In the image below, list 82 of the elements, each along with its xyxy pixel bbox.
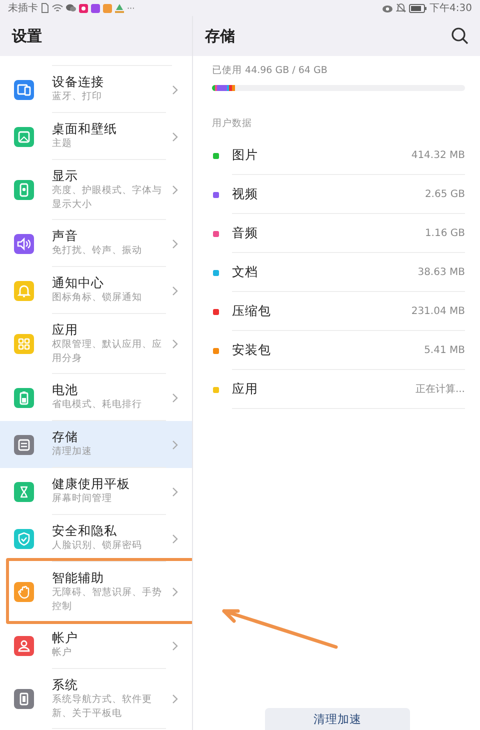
settings-item[interactable]: 帐户 帐户 (0, 622, 192, 669)
item-subtitle: 系统导航方式、软件更新、关于平板电 (52, 693, 153, 721)
item-title: 电池 (52, 381, 79, 398)
category-size: 正在计算... (415, 382, 465, 396)
chevron-icon (172, 238, 178, 248)
clock-text: 下午4:30 (430, 2, 472, 15)
item-title: 帐户 (52, 629, 79, 646)
settings-item[interactable]: 应用 权限管理、默认应用、应用分身 (0, 314, 192, 374)
settings-item[interactable]: 桌面和壁纸 主题 (0, 113, 192, 160)
clean-up-button[interactable]: 清理加速 (265, 708, 410, 730)
settings-item[interactable]: 通知中心 图标角标、锁屏通知 (0, 267, 192, 314)
chevron-icon (172, 132, 178, 142)
item-title: 通知中心 (52, 274, 105, 291)
category-label: 文档 (232, 264, 258, 280)
settings-item[interactable]: 系统 系统导航方式、软件更新、关于平板电 (0, 669, 192, 729)
chevron-icon (172, 640, 178, 650)
chevron-icon (172, 84, 178, 94)
sim-icon (41, 3, 49, 13)
chevron-icon (172, 534, 178, 544)
category-size: 38.63 MB (418, 266, 465, 278)
category-size: 414.32 MB (411, 150, 465, 160)
category-size: 231.04 MB (411, 306, 465, 316)
category-size: 1.16 GB (424, 228, 465, 238)
carrier-text: 未插卡 (8, 2, 38, 15)
item-subtitle: 人脸识别、锁屏密码 (52, 539, 143, 553)
item-title: 设备连接 (52, 73, 105, 90)
chevron-icon (172, 440, 178, 450)
category-label: 音频 (232, 224, 258, 242)
item-subtitle: 屏幕时间管理 (52, 492, 113, 506)
settings-item[interactable]: 健康使用平板 屏幕时间管理 (0, 468, 192, 515)
settings-item[interactable]: 设备连接 蓝牙、打印 (0, 66, 192, 113)
search-icon[interactable] (451, 27, 469, 45)
category-size: 2.65 GB (424, 188, 465, 200)
settings-item[interactable]: 存储 清理加速 (0, 421, 192, 468)
battery-icon (408, 4, 427, 12)
settings-item[interactable]: 安全和隐私 人脸识别、锁屏密码 (0, 515, 192, 562)
chevron-icon (172, 286, 178, 296)
category-label: 视频 (232, 186, 258, 202)
used-space-text: 已使用 44.96 GB / 64 GB (212, 64, 328, 77)
category-label: 图片 (232, 146, 258, 164)
item-title: 桌面和壁纸 (52, 120, 118, 137)
item-title: 应用 (52, 321, 79, 338)
chevron-icon (172, 486, 178, 496)
eye-comfort-icon (382, 4, 393, 12)
item-subtitle: 帐户 (52, 646, 73, 660)
item-title: 系统 (52, 676, 79, 693)
settings-item[interactable]: 显示 亮度、护眼模式、字体与显示大小 (0, 160, 192, 220)
bell-muted-icon (396, 3, 406, 13)
item-subtitle: 主题 (52, 137, 73, 151)
item-title: 声音 (52, 227, 79, 244)
item-subtitle: 免打扰、铃声、振动 (52, 244, 143, 258)
item-subtitle: 亮度、护眼模式、字体与显示大小 (52, 184, 163, 212)
more-notifications-text: ··· (127, 4, 135, 12)
item-subtitle: 清理加速 (52, 445, 93, 459)
item-subtitle: 省电模式、耗电排行 (52, 398, 143, 412)
item-subtitle: 无障碍、智慧识屏、手势控制 (52, 586, 163, 614)
item-title: 显示 (52, 167, 79, 184)
chevron-icon (172, 587, 178, 597)
item-title: 存储 (52, 428, 79, 445)
category-label: 安装包 (232, 342, 271, 358)
category-label: 应用 (232, 380, 258, 398)
chevron-icon (172, 185, 178, 195)
chat-icon (66, 4, 76, 12)
settings-item[interactable]: 声音 免打扰、铃声、振动 (0, 220, 192, 267)
item-title: 安全和隐私 (52, 522, 118, 539)
item-subtitle: 图标角标、锁屏通知 (52, 291, 143, 305)
settings-item[interactable]: 智能辅助 无障碍、智慧识屏、手势控制 (0, 562, 192, 622)
item-subtitle: 蓝牙、打印 (52, 90, 103, 104)
storage-title: 存储 (205, 26, 235, 46)
category-label: 压缩包 (232, 302, 271, 320)
item-title: 智能辅助 (52, 569, 105, 586)
item-title: 健康使用平板 (52, 475, 131, 492)
settings-title: 设置 (12, 26, 42, 46)
chevron-icon (172, 694, 178, 704)
item-subtitle: 权限管理、默认应用、应用分身 (52, 338, 163, 366)
chevron-icon (172, 392, 178, 402)
app-icon (79, 4, 88, 12)
chevron-icon (172, 339, 178, 349)
wifi-icon (52, 4, 63, 12)
tree-icon (115, 4, 124, 12)
section-label: 用户数据 (212, 117, 253, 130)
category-size: 5.41 MB (424, 344, 465, 356)
